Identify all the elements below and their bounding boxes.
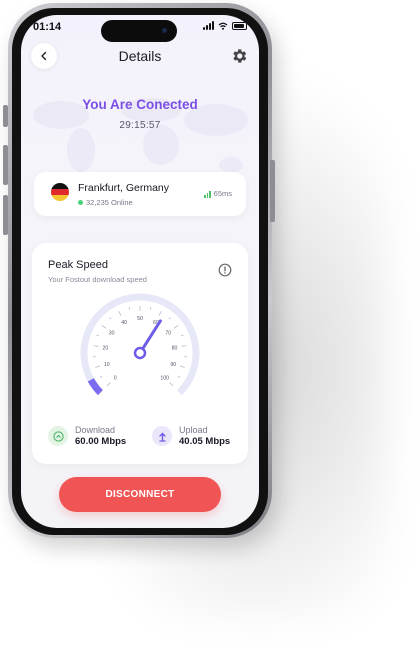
gauge-tick [96, 334, 100, 337]
server-card[interactable]: Frankfurt, Germany 32,235 Online 65ms [34, 172, 246, 216]
connection-status-title: You Are Conected [82, 97, 198, 112]
gauge-tick [169, 382, 174, 387]
disconnect-button[interactable]: DISCONNECT [59, 477, 221, 512]
speed-card: Peak Speed Your Fostout download speed 0… [32, 243, 248, 464]
upload-stat: Upload 40.05 Mbps [152, 425, 230, 447]
page-title: Details [118, 48, 162, 64]
gauge-tick [168, 317, 171, 320]
gauge-tick [106, 382, 111, 387]
online-count-text: 32,235 Online [86, 198, 133, 207]
gauge-tick [177, 375, 181, 378]
speed-subtitle: Your Fostout download speed [48, 275, 147, 284]
volume-up-button [3, 145, 8, 185]
gauge-tick [93, 345, 99, 347]
camera-dot [162, 28, 167, 33]
gear-icon[interactable] [230, 47, 248, 65]
gauge-tick-label: 90 [170, 362, 176, 368]
status-time: 01:14 [33, 21, 62, 33]
dynamic-island [101, 20, 177, 42]
download-stat: Download 60.00 Mbps [48, 425, 126, 447]
upload-value: 40.05 Mbps [179, 436, 231, 447]
online-count: 32,235 Online [78, 198, 133, 207]
battery-icon [232, 21, 247, 30]
gauge-tick [179, 365, 185, 368]
signal-icon [203, 21, 214, 30]
app-screen: 01:14 Details You Are Conected 29:15:57 … [21, 15, 259, 528]
speed-title: Peak Speed [48, 259, 108, 271]
info-icon[interactable] [218, 263, 232, 277]
download-icon [48, 426, 68, 446]
ping-indicator: 65ms [204, 189, 232, 198]
download-value: 60.00 Mbps [75, 436, 127, 447]
ping-value: 65ms [213, 189, 232, 198]
ping-bars-icon [204, 191, 211, 198]
online-dot-icon [78, 200, 83, 205]
wifi-icon [218, 22, 228, 30]
upload-icon [152, 426, 172, 446]
header: Details [21, 43, 259, 71]
gauge-tick [95, 365, 101, 368]
gauge-tick [99, 375, 103, 378]
gauge-tick-label: 10 [104, 362, 110, 368]
gauge-tick-label: 20 [103, 346, 109, 352]
status-icons [203, 21, 247, 30]
gauge-tick [181, 345, 187, 347]
gauge-tick-label: 100 [160, 376, 169, 382]
gauge-tick [128, 307, 131, 310]
gauge-tick [149, 307, 152, 310]
speed-gauge: 0102030405060708090100 [80, 293, 200, 413]
gauge-tick [173, 325, 179, 329]
gauge-tick-label: 70 [165, 330, 171, 336]
gauge-tick [101, 325, 107, 329]
silent-switch [3, 105, 8, 127]
connection-timer: 29:15:57 [119, 120, 161, 131]
status-bar: 01:14 [21, 15, 259, 43]
germany-flag-icon [51, 183, 69, 201]
gauge-tick-label: 0 [114, 376, 117, 382]
gauge-tick [109, 317, 112, 320]
server-name: Frankfurt, Germany [78, 182, 170, 194]
gauge-hub [133, 346, 147, 360]
gauge-tick [158, 310, 162, 316]
gauge-tick-label: 50 [137, 316, 143, 322]
gauge-tick-label: 80 [172, 346, 178, 352]
upload-label: Upload [179, 425, 208, 435]
gauge-tick [180, 334, 184, 337]
gauge-tick [118, 310, 122, 316]
gauge-tick-label: 30 [109, 330, 115, 336]
download-label: Download [75, 425, 116, 435]
power-button [270, 160, 275, 222]
gauge-tick-label: 40 [121, 320, 127, 326]
volume-down-button [3, 195, 8, 235]
